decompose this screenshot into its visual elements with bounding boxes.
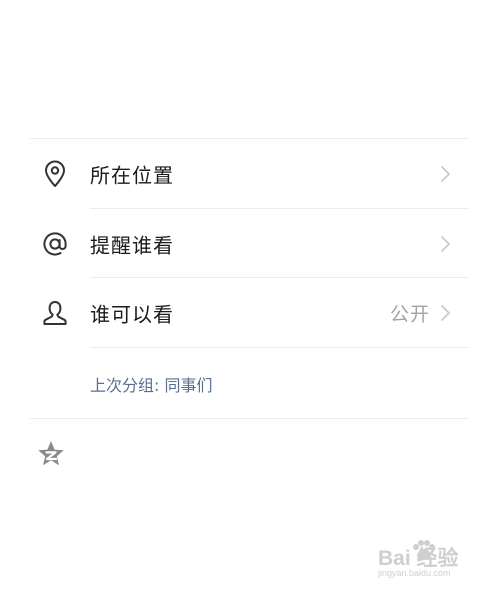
who-can-see-row[interactable]: 谁可以看 公开 <box>0 278 500 348</box>
chevron-right-icon <box>441 305 450 321</box>
remind-who-label: 提醒谁看 <box>90 233 174 258</box>
paw-icon <box>413 540 435 560</box>
at-sign-icon <box>39 228 71 260</box>
location-row[interactable]: 所在位置 <box>0 139 500 209</box>
watermark-url: jingyan.baidu.com <box>378 568 451 578</box>
divider <box>90 347 469 348</box>
location-label: 所在位置 <box>90 163 174 188</box>
qzone-star-icon[interactable] <box>36 439 66 469</box>
chevron-right-icon <box>441 166 450 182</box>
baidu-jingyan-watermark: Bai 经验 jingyan.baidu.com <box>378 538 474 582</box>
remind-who-row[interactable]: 提醒谁看 <box>0 209 500 279</box>
last-group-hint[interactable]: 上次分组: 同事们 <box>90 372 212 396</box>
location-pin-icon <box>39 158 71 190</box>
who-can-see-label: 谁可以看 <box>90 302 174 327</box>
visibility-value: 公开 <box>389 303 430 326</box>
bottom-divider <box>30 418 469 419</box>
chevron-right-icon <box>441 236 450 252</box>
person-icon <box>39 297 71 329</box>
